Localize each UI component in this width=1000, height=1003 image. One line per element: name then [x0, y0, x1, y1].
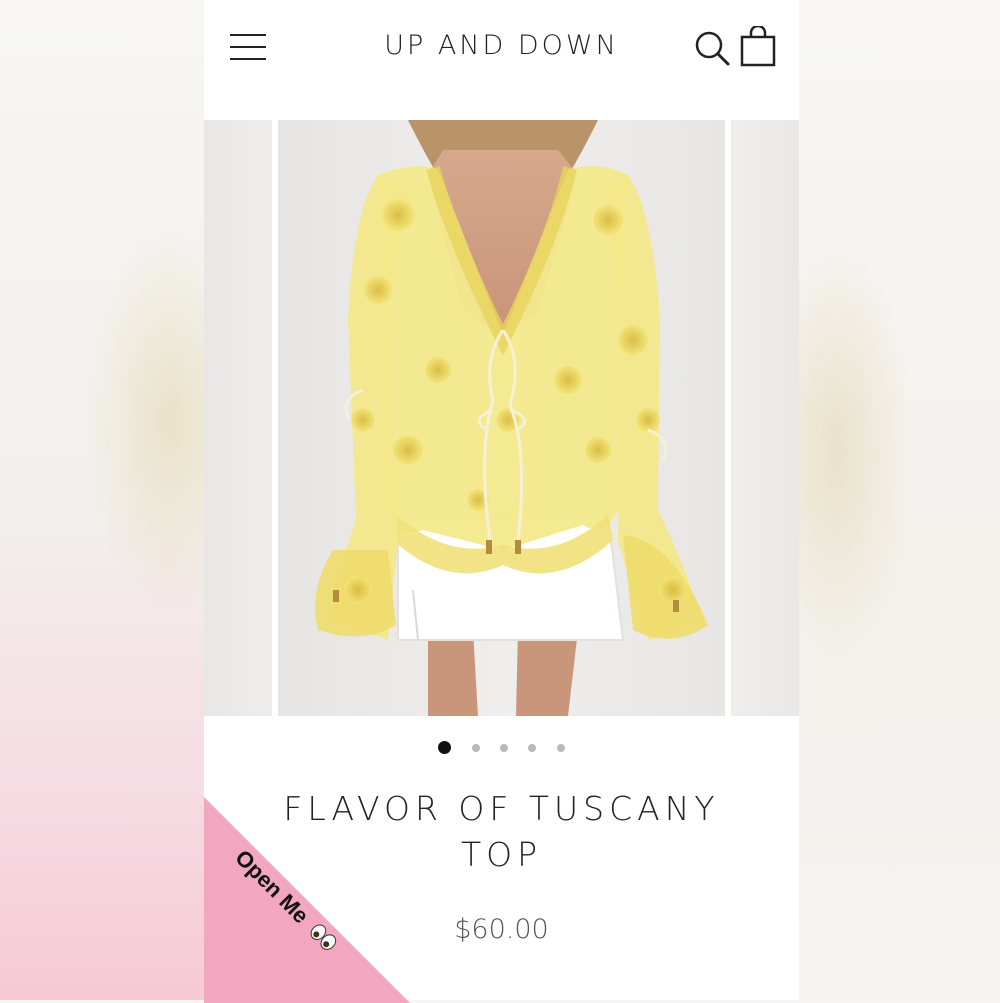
background-blur-left: [0, 0, 204, 1000]
search-icon[interactable]: [692, 28, 732, 68]
product-image[interactable]: [278, 120, 725, 716]
pagination-dot-4[interactable]: [528, 743, 537, 752]
corner-triangle: [204, 797, 410, 1003]
open-me-corner-badge[interactable]: Open Me: [204, 797, 410, 1003]
pagination-dot-2[interactable]: [471, 743, 480, 752]
site-header: UP AND DOWN: [204, 0, 799, 118]
pagination-dot-1[interactable]: [438, 741, 452, 755]
pagination-dot-3[interactable]: [500, 743, 508, 752]
background-blur-right: [796, 0, 1000, 1000]
product-image-gallery[interactable]: [204, 120, 799, 716]
previous-slide-peek[interactable]: [204, 120, 272, 716]
next-slide-peek[interactable]: [731, 120, 799, 716]
gallery-pagination-dots: [204, 739, 799, 755]
pagination-dot-5[interactable]: [556, 743, 565, 752]
shopping-bag-icon[interactable]: [740, 24, 776, 68]
product-photo-illustration: [315, 120, 708, 716]
